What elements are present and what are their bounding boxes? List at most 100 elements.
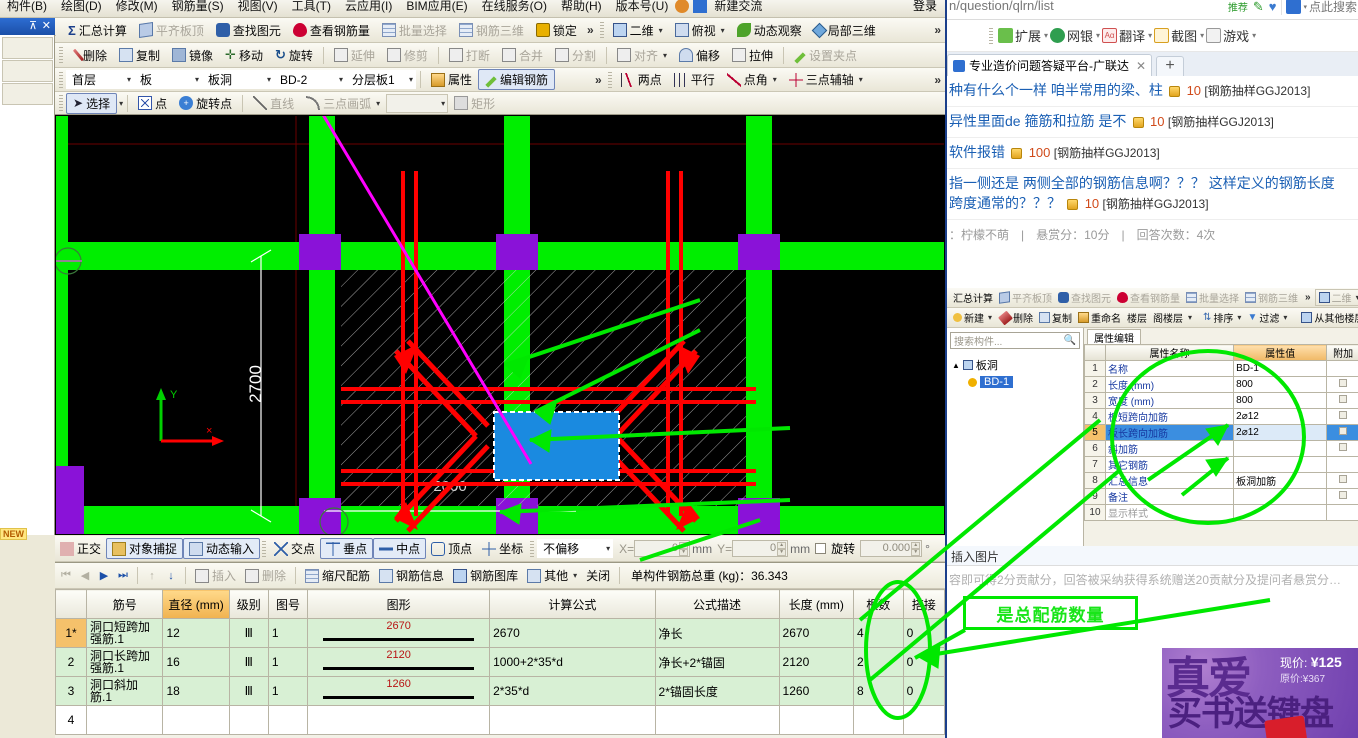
question-title[interactable]: 指一侧还是 两侧全部的钢筋信息啊？？？ 这样定义的钢筋长度 — [949, 175, 1335, 191]
edit-rebar-button[interactable]: 编辑钢筋 — [478, 69, 556, 90]
property-row[interactable]: 9 备注 — [1084, 488, 1358, 505]
prop-value[interactable] — [1233, 504, 1328, 521]
parallel-button[interactable]: 平行 — [668, 69, 721, 90]
split-button[interactable]: 分割 — [549, 45, 602, 66]
component-name-combobox[interactable]: BD-2 ▾ — [274, 70, 346, 89]
close-icon[interactable]: ✕ — [42, 19, 51, 32]
chevron-down-icon-arc[interactable]: ▾ — [376, 99, 380, 108]
list-item[interactable]: 指一侧还是 两侧全部的钢筋信息啊？？？ 这样定义的钢筋长度 跨度通常的？？？ 1… — [947, 169, 1358, 220]
trim-button[interactable]: 修剪 — [381, 45, 434, 66]
row-grade[interactable]: Ⅲ — [228, 647, 269, 677]
rectangle-tool-button[interactable]: 矩形 — [448, 93, 501, 114]
prop-value[interactable] — [1233, 440, 1328, 457]
object-snap-toggle[interactable]: 对象捕捉 — [106, 538, 184, 559]
checkbox-icon[interactable] — [1339, 443, 1348, 451]
prop-value[interactable]: 2⌀12 — [1233, 424, 1328, 441]
offset-button[interactable]: 偏移 — [673, 45, 726, 66]
property-row[interactable]: 6 斜加筋 — [1084, 440, 1358, 457]
col-lap[interactable]: 搭接 — [902, 589, 946, 619]
question-title[interactable]: 软件报错 — [949, 144, 1005, 160]
chevron-down-icon-type[interactable]: ▾ — [187, 75, 199, 84]
two-point-button[interactable]: 两点 — [615, 69, 668, 90]
snap-gripper[interactable] — [262, 540, 267, 557]
rotate-spinner[interactable]: ▲ ▼ — [911, 542, 921, 556]
chevron-down-icon-ext2[interactable]: ▾ — [1148, 31, 1152, 40]
next-record-button[interactable]: ▶ — [95, 567, 113, 585]
copy-button[interactable]: 复制 — [113, 45, 166, 66]
view-rebar-button[interactable]: 查看钢筋量 — [287, 20, 376, 41]
intersection-toggle[interactable]: 交点 — [269, 539, 320, 558]
prop-attach[interactable] — [1326, 392, 1358, 409]
menu-item-3[interactable]: 钢筋量(S) — [165, 0, 231, 15]
prop-attach[interactable] — [1326, 376, 1358, 393]
offset-gripper[interactable] — [530, 540, 535, 557]
embedded-filter-button[interactable]: ▼ 过滤 ▾ — [1244, 309, 1290, 326]
dynamic-observe-button[interactable]: 动态观察 — [731, 20, 808, 41]
col-shape[interactable]: 图形 — [307, 589, 491, 619]
rebar-info-button[interactable]: 钢筋信息 — [375, 565, 448, 586]
summary-calc-button[interactable]: Σ 汇总计算 — [62, 20, 133, 41]
row-formula[interactable]: 2*35*d — [489, 676, 656, 706]
prop-attach[interactable] — [1326, 488, 1358, 505]
tab-property-editor[interactable]: 属性编辑 — [1087, 329, 1141, 345]
list-item[interactable]: 软件报错 100 [钢筋抽样GGJ2013] — [947, 138, 1358, 169]
game-button[interactable]: 游戏 ▾ — [1206, 26, 1256, 45]
col-length[interactable]: 长度 (mm) — [778, 589, 854, 619]
chevron-down-icon-layer[interactable]: ▾ — [401, 75, 413, 84]
toolbar-overflow-chevron-right[interactable]: » — [930, 23, 945, 37]
row-rebar-name[interactable]: 洞口短跨加强筋.1 — [85, 618, 164, 648]
prop-attach[interactable] — [1326, 472, 1358, 489]
row-count[interactable]: 2 — [852, 647, 904, 677]
row-shape[interactable]: 1260 — [307, 676, 491, 706]
chevron-down-icon-2[interactable]: ▾ — [721, 26, 725, 35]
user-avatar-icon[interactable] — [675, 0, 690, 13]
batch-select-button[interactable]: 批量选择 — [376, 20, 453, 41]
checkbox-icon[interactable] — [1339, 411, 1348, 419]
prop-value[interactable]: 800 — [1233, 376, 1328, 393]
move-down-button[interactable]: ↓ — [162, 567, 180, 585]
url-text[interactable]: n/question/qlrn/list — [947, 0, 1054, 13]
chevron-down-icon-ext4[interactable]: ▾ — [1252, 31, 1256, 40]
left-panel-box-2[interactable] — [2, 60, 53, 82]
chevron-down-icon-ang[interactable]: ▾ — [773, 75, 777, 84]
browser-search-box[interactable]: ▾ 点此搜索 — [1281, 0, 1357, 15]
col-diameter[interactable]: 直径 (mm) — [162, 589, 230, 619]
browser-url-bar[interactable]: n/question/qlrn/list 推荐 ✎ ♥ ▾ 点此搜索 — [947, 0, 1358, 20]
three-point-axis-button[interactable]: 三点辅轴 ▾ — [783, 69, 869, 90]
delete-row-button[interactable]: 删除 — [241, 565, 290, 586]
insert-image-button[interactable]: 插入图片 — [947, 546, 1358, 566]
toolbar-overflow-chevron[interactable]: » — [583, 23, 598, 37]
point-angle-button[interactable]: 点角 ▾ — [721, 69, 783, 90]
property-row[interactable]: 1 名称 BD-1 — [1084, 360, 1358, 377]
row-formula-desc[interactable]: 净长 — [654, 618, 780, 648]
rotate-input[interactable]: 0.000 ▲ ▼ — [860, 540, 923, 557]
partial-3d-button[interactable]: 局部三维 — [808, 20, 882, 41]
property-row[interactable]: 2 长度 (mm) 800 — [1084, 376, 1358, 393]
prop-attach[interactable] — [1326, 424, 1358, 441]
layer-combobox[interactable]: 分层板1 ▾ — [346, 70, 416, 89]
menu-item-6[interactable]: 云应用(I) — [338, 0, 399, 15]
prop-attach[interactable] — [1326, 360, 1358, 377]
embedded-view-2d[interactable]: 二维 ▾ — [1314, 289, 1358, 306]
embedded-copy-button[interactable]: 复制 — [1036, 309, 1075, 326]
insert-row-button[interactable]: 插入 — [191, 565, 240, 586]
component-search-input[interactable]: 搜索构件... 🔍 — [950, 332, 1080, 349]
col-graphno[interactable]: 图号 — [267, 589, 309, 619]
chat-icon[interactable] — [693, 0, 708, 13]
property-row[interactable]: 10 显示样式 — [1084, 504, 1358, 521]
table-row[interactable]: 3 洞口斜加筋.1 18 Ⅲ 1 1260 2*35*d 2*锚固长度 1260… — [55, 676, 946, 706]
component-toolbar-gripper[interactable] — [59, 71, 63, 88]
col-formula-desc[interactable]: 公式描述 — [654, 589, 780, 619]
pen-icon[interactable]: ✎ — [1253, 0, 1264, 15]
row-formula-desc[interactable]: 2*锚固长度 — [654, 676, 780, 706]
y-input[interactable]: 0 ▲ ▼ — [732, 540, 789, 557]
recommend-icon[interactable]: 推荐 — [1228, 0, 1248, 14]
floor-combobox[interactable]: 首层 ▾ — [66, 70, 134, 89]
row-length[interactable] — [778, 705, 854, 735]
online-bank-button[interactable]: 网银 ▾ — [1050, 26, 1100, 45]
tree-node-child[interactable]: BD-1 — [968, 376, 1078, 388]
embedded-rebar-3d[interactable]: 钢筋三维 — [1242, 289, 1301, 306]
checkbox-icon[interactable] — [1339, 427, 1348, 435]
prop-value[interactable]: BD-1 — [1233, 360, 1328, 377]
table-row[interactable]: 2 洞口长跨加强筋.1 16 Ⅲ 1 2120 1000+2*35*d 净长+2… — [55, 647, 946, 677]
